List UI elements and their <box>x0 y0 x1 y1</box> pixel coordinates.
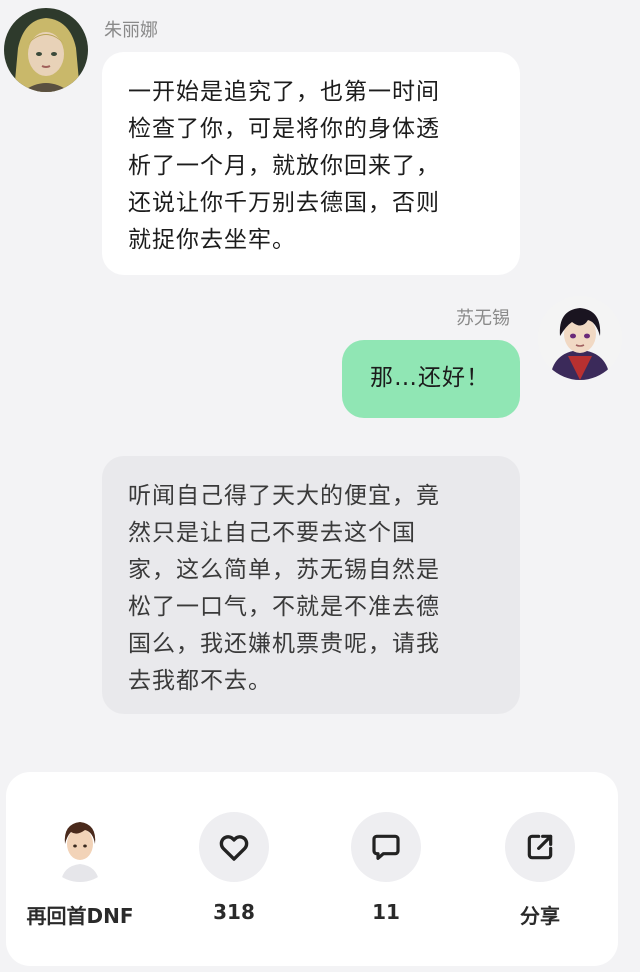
comment-bubble-icon <box>372 834 400 860</box>
author-button[interactable]: 再回首DNF <box>20 812 140 929</box>
narration-line: 听闻自己得了天大的便宜，竟 <box>128 483 440 509</box>
comment-button[interactable]: 11 <box>326 812 446 924</box>
author-avatar <box>45 812 115 882</box>
sender-name: 苏无锡 <box>456 308 510 329</box>
share-icon <box>527 834 553 860</box>
share-button[interactable]: 分享 <box>480 812 600 929</box>
message-line: 检查了你，可是将你的身体透 <box>128 116 440 142</box>
avatar-suwuxi[interactable] <box>538 296 622 380</box>
narration-line: 然只是让自己不要去这个国 <box>128 520 416 546</box>
message-line: 一开始是追究了，也第一时间 <box>128 79 440 105</box>
message-bubble-sent: 那…还好！ <box>342 340 520 418</box>
message-line: 那…还好！ <box>370 365 490 391</box>
like-count: 318 <box>213 900 255 924</box>
message-bubble-received: 一开始是追究了，也第一时间 检查了你，可是将你的身体透 析了一个月，就放你回来了… <box>102 52 520 275</box>
narration-line: 去我都不去。 <box>128 668 272 694</box>
like-button[interactable]: 318 <box>174 812 294 924</box>
heart-icon <box>219 835 249 861</box>
narration-line: 国么，我还嫌机票贵呢，请我 <box>128 631 440 657</box>
narration-line: 家，这么简单，苏无锡自然是 <box>128 557 440 583</box>
message-line: 析了一个月，就放你回来了， <box>128 153 440 179</box>
narration-line: 松了一口气，不就是不准去德 <box>128 594 440 620</box>
avatar-zhulina[interactable] <box>4 8 88 92</box>
message-line: 就捉你去坐牢。 <box>128 227 296 253</box>
narration-bubble: 听闻自己得了天大的便宜，竟 然只是让自己不要去这个国 家，这么简单，苏无锡自然是… <box>102 456 520 714</box>
sender-name: 朱丽娜 <box>104 20 158 41</box>
author-name: 再回首DNF <box>26 904 134 928</box>
message-line: 还说让你千万别去德国，否则 <box>128 190 440 216</box>
bottom-action-bar: 再回首DNF 318 11 分享 <box>6 772 618 966</box>
share-label: 分享 <box>520 904 560 928</box>
comment-count: 11 <box>372 900 400 924</box>
